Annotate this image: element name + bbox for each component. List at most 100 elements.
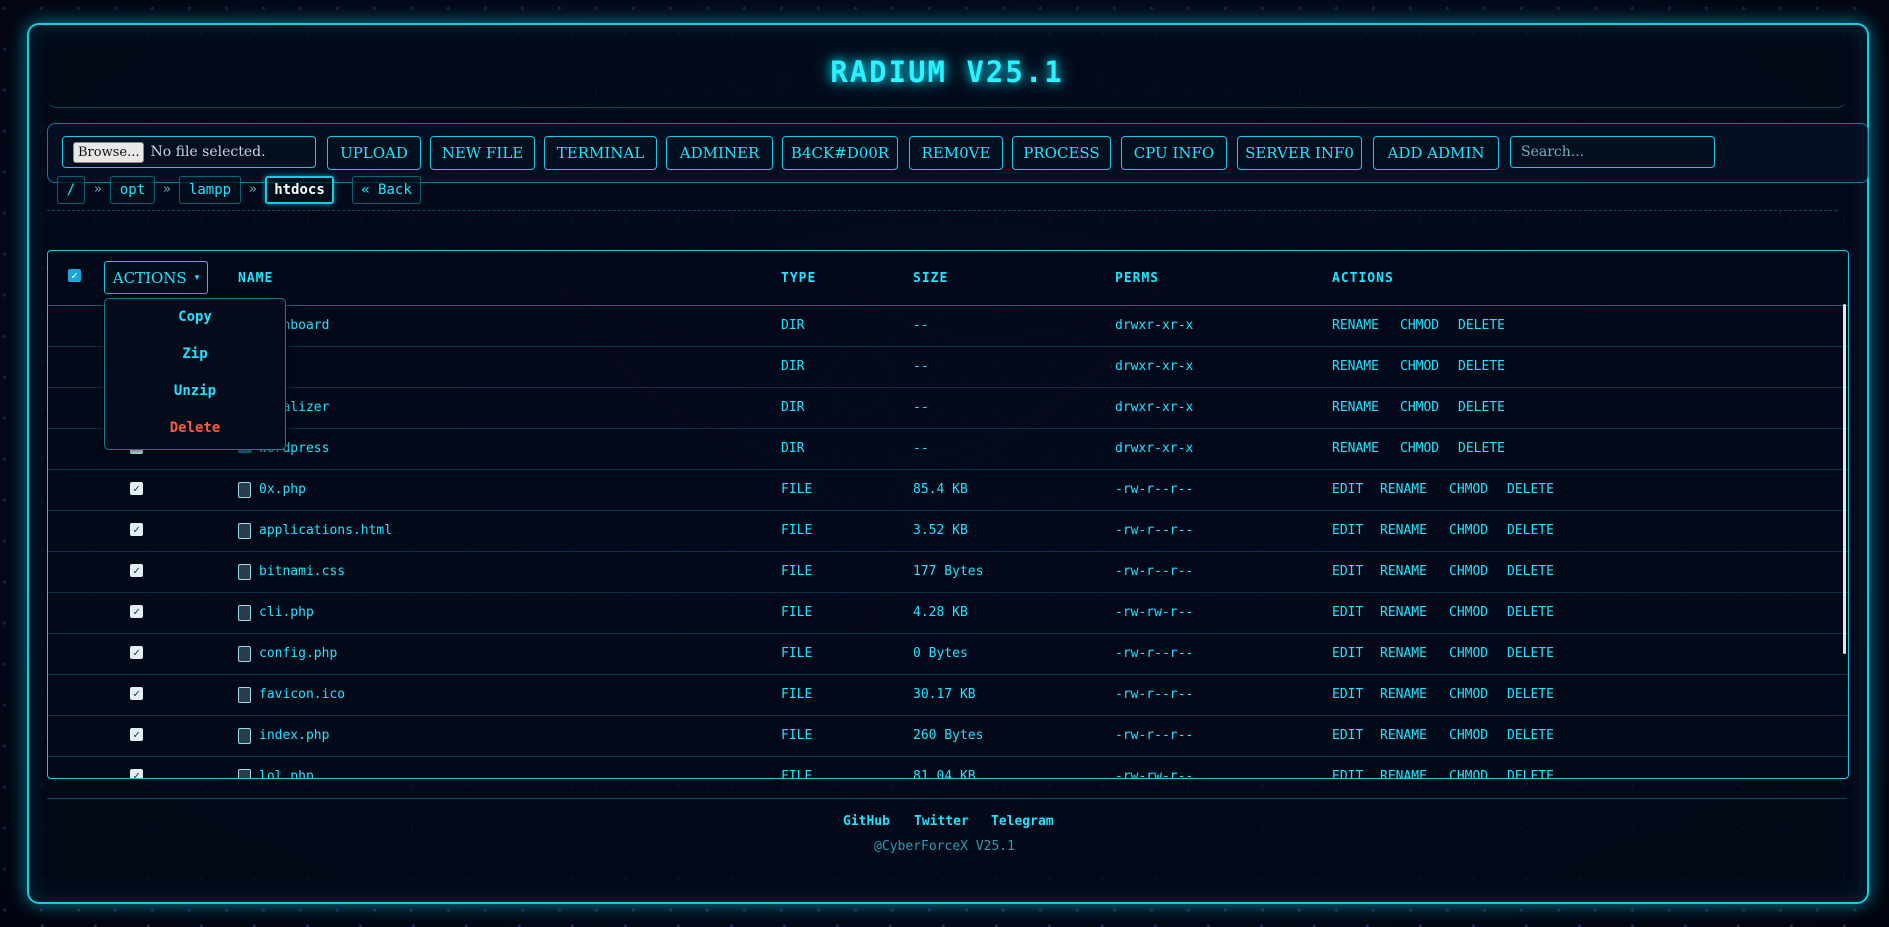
row-name[interactable]: favicon.ico <box>259 687 345 702</box>
terminal-button[interactable]: TERMINAL <box>544 136 657 170</box>
row-checkbox[interactable]: ✓ <box>130 769 143 778</box>
menu-item-zip[interactable]: Zip <box>105 346 285 362</box>
menu-item-delete[interactable]: Delete <box>105 420 285 436</box>
twitter-link[interactable]: Twitter <box>914 814 969 829</box>
row-action-chmod[interactable]: CHMOD <box>1449 605 1488 620</box>
table-row[interactable]: ✓wordpressDIR--drwxr-xr-xRENAMECHMODDELE… <box>48 428 1848 470</box>
row-action-delete[interactable]: DELETE <box>1507 687 1554 702</box>
cpu-info-button[interactable]: CPU INFO <box>1121 136 1227 170</box>
table-row[interactable]: ✓webalizerDIR--drwxr-xr-xRENAMECHMODDELE… <box>48 387 1848 429</box>
row-action-rename[interactable]: RENAME <box>1380 646 1427 661</box>
crumb-opt[interactable]: opt <box>110 176 155 204</box>
telegram-link[interactable]: Telegram <box>991 814 1054 829</box>
row-action-edit[interactable]: EDIT <box>1332 646 1363 661</box>
bulk-actions-button[interactable]: ACTIONS ▾ <box>104 261 208 294</box>
row-action-delete[interactable]: DELETE <box>1507 646 1554 661</box>
row-action-chmod[interactable]: CHMOD <box>1449 482 1488 497</box>
table-scrollbar[interactable] <box>1843 304 1846 654</box>
row-action-delete[interactable]: DELETE <box>1507 482 1554 497</box>
crumb-lampp[interactable]: lampp <box>179 176 241 204</box>
row-action-delete[interactable]: DELETE <box>1507 605 1554 620</box>
row-action-rename[interactable]: RENAME <box>1380 564 1427 579</box>
row-name[interactable]: bitnami.css <box>259 564 345 579</box>
backdoor-button[interactable]: B4CK#D00R <box>782 136 898 170</box>
row-action-rename[interactable]: RENAME <box>1380 728 1427 743</box>
remove-button[interactable]: REM0VE <box>909 136 1003 170</box>
adminer-button[interactable]: ADMINER <box>666 136 773 170</box>
table-row[interactable]: ✓ lol.php FILE 81.04 KB -rw-rw-r-- EDIT RENAME… <box>48 756 1848 778</box>
browse-button[interactable]: Browse... <box>73 141 145 163</box>
table-row[interactable]: ✓ applications.html FILE 3.52 KB -rw-r--r-- E… <box>48 510 1848 552</box>
row-action-rename[interactable]: RENAME <box>1380 605 1427 620</box>
table-row[interactable]: ✓ 0x.php FILE 85.4 KB -rw-r--r-- EDIT RENAME CH… <box>48 469 1848 511</box>
table-row[interactable]: ✓ config.php FILE 0 Bytes -rw-r--r-- EDIT RENA… <box>48 633 1848 675</box>
row-checkbox[interactable]: ✓ <box>130 687 143 700</box>
select-all-checkbox[interactable]: ✓ <box>68 269 81 282</box>
row-action-edit[interactable]: EDIT <box>1332 769 1363 778</box>
row-action-rename[interactable]: RENAME <box>1332 400 1379 415</box>
row-action-delete[interactable]: DELETE <box>1458 359 1505 374</box>
row-action-edit[interactable]: EDIT <box>1332 482 1363 497</box>
row-action-chmod[interactable]: CHMOD <box>1400 318 1439 333</box>
table-row[interactable]: ✓ cli.php FILE 4.28 KB -rw-rw-r-- EDIT RENAME C… <box>48 592 1848 634</box>
header-type[interactable]: TYPE <box>781 271 816 286</box>
row-action-chmod[interactable]: CHMOD <box>1449 769 1488 778</box>
row-action-delete[interactable]: DELETE <box>1507 564 1554 579</box>
row-action-rename[interactable]: RENAME <box>1380 523 1427 538</box>
row-action-chmod[interactable]: CHMOD <box>1449 523 1488 538</box>
row-checkbox[interactable]: ✓ <box>130 646 143 659</box>
row-action-chmod[interactable]: CHMOD <box>1449 646 1488 661</box>
new-file-button[interactable]: NEW FILE <box>430 136 535 170</box>
row-action-edit[interactable]: EDIT <box>1332 728 1363 743</box>
header-name[interactable]: NAME <box>238 271 273 286</box>
row-action-edit[interactable]: EDIT <box>1332 564 1363 579</box>
table-row[interactable]: ✓ bitnami.css FILE 177 Bytes -rw-r--r-- EDIT R… <box>48 551 1848 593</box>
server-info-button[interactable]: SERVER INF0 <box>1237 136 1362 170</box>
add-admin-button[interactable]: ADD ADMIN <box>1373 136 1499 170</box>
row-action-delete[interactable]: DELETE <box>1507 728 1554 743</box>
search-input[interactable]: Search... <box>1510 136 1715 168</box>
menu-item-copy[interactable]: Copy <box>105 309 285 325</box>
row-action-delete[interactable]: DELETE <box>1458 441 1505 456</box>
row-action-rename[interactable]: RENAME <box>1332 318 1379 333</box>
table-row[interactable]: ✓imgDIR--drwxr-xr-xRENAMECHMODDELETE <box>48 346 1848 388</box>
row-checkbox[interactable]: ✓ <box>130 728 143 741</box>
row-action-chmod[interactable]: CHMOD <box>1449 687 1488 702</box>
row-action-delete[interactable]: DELETE <box>1458 400 1505 415</box>
menu-item-unzip[interactable]: Unzip <box>105 383 285 399</box>
row-action-chmod[interactable]: CHMOD <box>1400 400 1439 415</box>
row-checkbox[interactable]: ✓ <box>130 523 143 536</box>
back-button[interactable]: « Back <box>352 176 421 204</box>
table-row[interactable]: ✓dashboardDIR--drwxr-xr-xRENAMECHMODDELE… <box>48 305 1848 347</box>
row-name[interactable]: applications.html <box>259 523 392 538</box>
header-perms[interactable]: PERMS <box>1115 271 1159 286</box>
row-action-chmod[interactable]: CHMOD <box>1400 359 1439 374</box>
row-name[interactable]: lol.php <box>259 769 314 778</box>
row-checkbox[interactable]: ✓ <box>130 564 143 577</box>
row-name[interactable]: 0x.php <box>259 482 306 497</box>
row-action-chmod[interactable]: CHMOD <box>1400 441 1439 456</box>
row-action-delete[interactable]: DELETE <box>1507 769 1554 778</box>
upload-button[interactable]: UPLOAD <box>327 136 421 170</box>
row-name[interactable]: index.php <box>259 728 329 743</box>
file-input[interactable]: Browse... No file selected. <box>62 136 316 168</box>
row-action-chmod[interactable]: CHMOD <box>1449 564 1488 579</box>
row-action-rename[interactable]: RENAME <box>1380 482 1427 497</box>
row-checkbox[interactable]: ✓ <box>130 605 143 618</box>
table-row[interactable]: ✓ favicon.ico FILE 30.17 KB -rw-r--r-- EDIT RE… <box>48 674 1848 716</box>
github-link[interactable]: GitHub <box>843 814 890 829</box>
row-action-rename[interactable]: RENAME <box>1380 769 1427 778</box>
row-action-edit[interactable]: EDIT <box>1332 523 1363 538</box>
row-action-edit[interactable]: EDIT <box>1332 605 1363 620</box>
row-checkbox[interactable]: ✓ <box>130 482 143 495</box>
row-action-delete[interactable]: DELETE <box>1507 523 1554 538</box>
row-action-rename[interactable]: RENAME <box>1332 441 1379 456</box>
row-action-edit[interactable]: EDIT <box>1332 687 1363 702</box>
row-name[interactable]: cli.php <box>259 605 314 620</box>
crumb-htdocs[interactable]: htdocs <box>265 176 334 204</box>
table-row[interactable]: ✓ index.php FILE 260 Bytes -rw-r--r-- EDIT REN… <box>48 715 1848 757</box>
header-size[interactable]: SIZE <box>913 271 948 286</box>
row-name[interactable]: config.php <box>259 646 337 661</box>
row-action-rename[interactable]: RENAME <box>1332 359 1379 374</box>
row-action-delete[interactable]: DELETE <box>1458 318 1505 333</box>
